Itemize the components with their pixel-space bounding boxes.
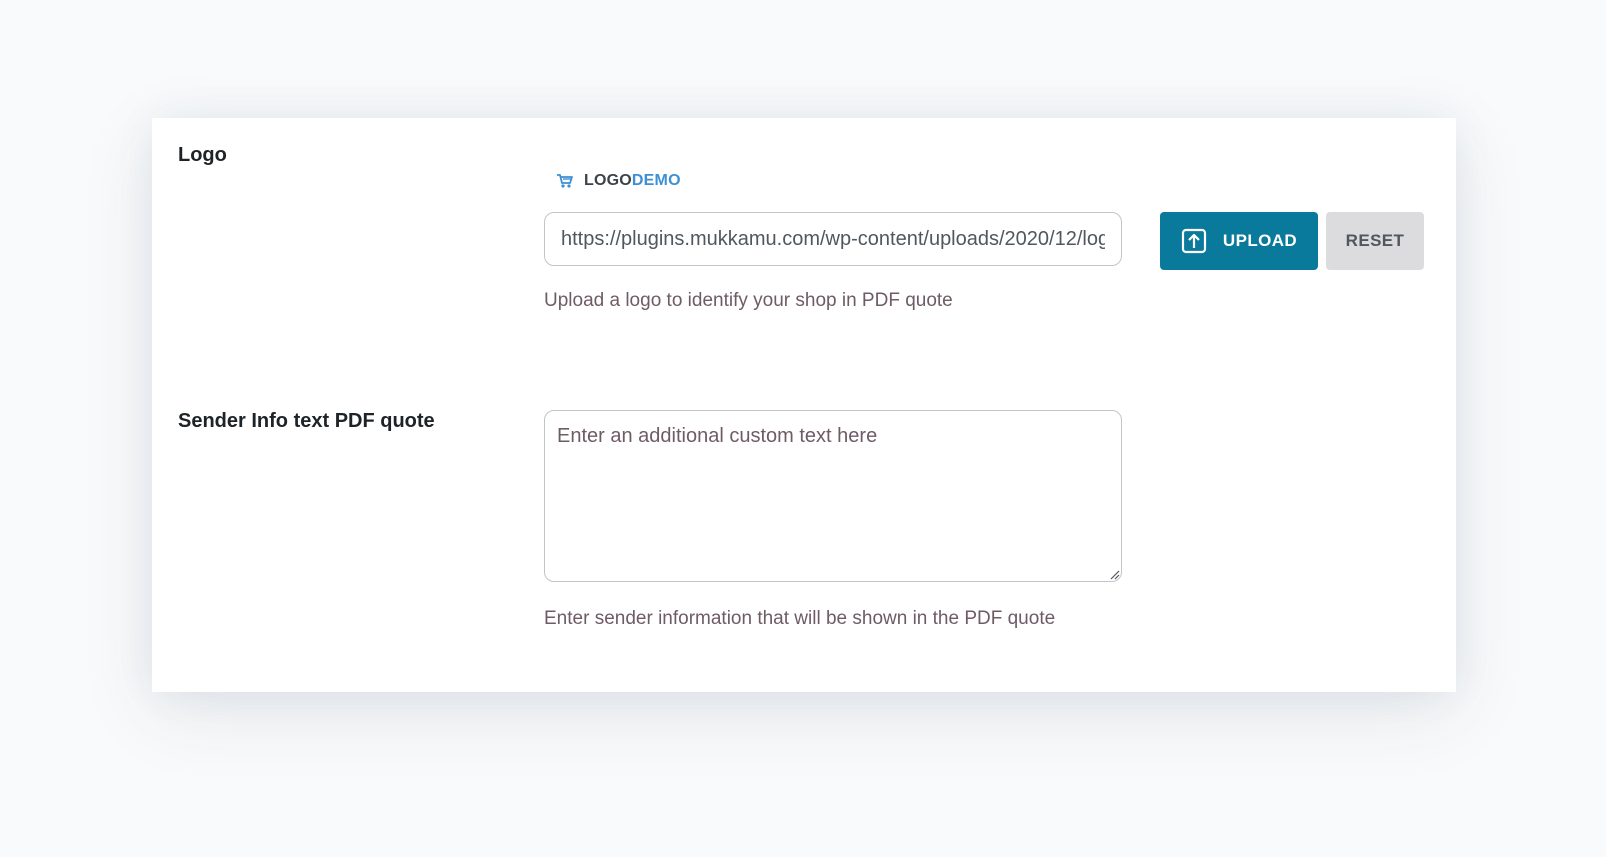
logo-url-input[interactable] xyxy=(544,212,1122,266)
sender-info-label: Sender Info text PDF quote xyxy=(178,410,435,432)
reset-button-label: RESET xyxy=(1345,231,1405,250)
upload-button-label: UPLOAD xyxy=(1222,231,1298,250)
logo-preview-text-logo: LOGO xyxy=(584,172,632,189)
logo-help-text: Upload a logo to identify your shop in P… xyxy=(544,290,953,311)
resize-handle-icon[interactable] xyxy=(1110,570,1120,580)
upload-button[interactable]: UPLOAD xyxy=(1160,212,1318,270)
cart-icon xyxy=(556,173,574,189)
sender-info-textarea[interactable] xyxy=(544,410,1122,582)
logo-setting-label: Logo xyxy=(178,144,227,166)
reset-button[interactable]: RESET xyxy=(1326,212,1424,270)
sender-help-text: Enter sender information that will be sh… xyxy=(544,608,1056,629)
settings-card: Logo LOGODEMO UPLOAD RESET Upload a logo… xyxy=(152,118,1456,692)
logo-preview: LOGO DEMO xyxy=(556,170,681,192)
upload-icon xyxy=(1181,228,1207,254)
logo-preview-text-demo: DEMO xyxy=(631,172,681,189)
